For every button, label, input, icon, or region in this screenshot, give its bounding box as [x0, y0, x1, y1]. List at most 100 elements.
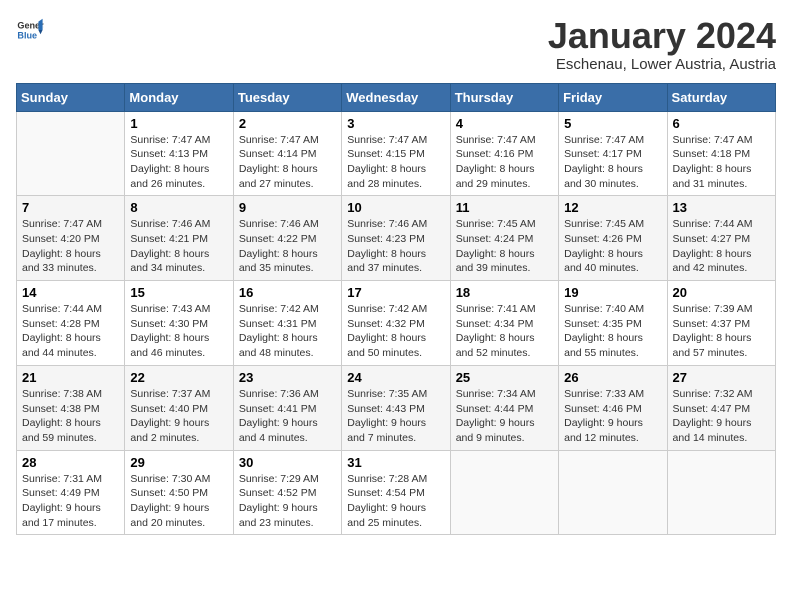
calendar-cell: [667, 450, 775, 535]
day-detail: Sunrise: 7:47 AMSunset: 4:20 PMDaylight:…: [22, 217, 119, 276]
calendar-cell: 22 Sunrise: 7:37 AMSunset: 4:40 PMDayligh…: [125, 365, 233, 450]
calendar-cell: 8Sunrise: 7:46 AMSunset: 4:21 PMDaylight…: [125, 196, 233, 281]
logo-icon: General Blue: [16, 16, 44, 44]
header: General Blue January 2024 Eschenau, Lowe…: [16, 16, 776, 73]
title-area: January 2024 Eschenau, Lower Austria, Au…: [548, 16, 776, 73]
day-number: 16: [239, 285, 336, 300]
calendar-cell: 15 Sunrise: 7:43 AMSunset: 4:30 PMDayligh…: [125, 281, 233, 366]
day-detail: Sunrise: 7:45 AMSunset: 4:26 PMDaylight:…: [564, 217, 661, 276]
day-number: 31: [347, 455, 444, 470]
column-header-tuesday: Tuesday: [233, 83, 341, 111]
day-number: 21: [22, 370, 119, 385]
calendar-cell: 16 Sunrise: 7:42 AMSunset: 4:31 PMDayligh…: [233, 281, 341, 366]
calendar-cell: 21 Sunrise: 7:38 AMSunset: 4:38 PMDayligh…: [17, 365, 125, 450]
day-detail: Sunrise: 7:33 AMSunset: 4:46 PMDaylight:…: [564, 387, 661, 446]
calendar-cell: 18 Sunrise: 7:41 AMSunset: 4:34 PMDayligh…: [450, 281, 558, 366]
calendar-cell: 13 Sunrise: 7:44 AMSunset: 4:27 PMDayligh…: [667, 196, 775, 281]
calendar-cell: 27 Sunrise: 7:32 AMSunset: 4:47 PMDayligh…: [667, 365, 775, 450]
calendar-cell: 23 Sunrise: 7:36 AMSunset: 4:41 PMDayligh…: [233, 365, 341, 450]
calendar-cell: 25 Sunrise: 7:34 AMSunset: 4:44 PMDayligh…: [450, 365, 558, 450]
calendar-cell: 9Sunrise: 7:46 AMSunset: 4:22 PMDaylight…: [233, 196, 341, 281]
column-header-saturday: Saturday: [667, 83, 775, 111]
calendar-cell: 11 Sunrise: 7:45 AMSunset: 4:24 PMDayligh…: [450, 196, 558, 281]
day-number: 6: [673, 116, 770, 131]
day-detail: Sunrise: 7:29 AMSunset: 4:52 PMDaylight:…: [239, 472, 336, 531]
day-detail: Sunrise: 7:46 AMSunset: 4:23 PMDaylight:…: [347, 217, 444, 276]
column-header-thursday: Thursday: [450, 83, 558, 111]
day-detail: Sunrise: 7:37 AMSunset: 4:40 PMDaylight:…: [130, 387, 227, 446]
calendar-week-row: 21 Sunrise: 7:38 AMSunset: 4:38 PMDayligh…: [17, 365, 776, 450]
day-number: 15: [130, 285, 227, 300]
day-number: 12: [564, 200, 661, 215]
calendar-cell: 19 Sunrise: 7:40 AMSunset: 4:35 PMDayligh…: [559, 281, 667, 366]
column-header-sunday: Sunday: [17, 83, 125, 111]
day-number: 23: [239, 370, 336, 385]
day-number: 28: [22, 455, 119, 470]
day-detail: Sunrise: 7:38 AMSunset: 4:38 PMDaylight:…: [22, 387, 119, 446]
day-number: 2: [239, 116, 336, 131]
calendar-week-row: 14 Sunrise: 7:44 AMSunset: 4:28 PMDayligh…: [17, 281, 776, 366]
day-number: 22: [130, 370, 227, 385]
day-detail: Sunrise: 7:41 AMSunset: 4:34 PMDaylight:…: [456, 302, 553, 361]
day-detail: Sunrise: 7:35 AMSunset: 4:43 PMDaylight:…: [347, 387, 444, 446]
day-detail: Sunrise: 7:44 AMSunset: 4:27 PMDaylight:…: [673, 217, 770, 276]
day-number: 18: [456, 285, 553, 300]
day-detail: Sunrise: 7:28 AMSunset: 4:54 PMDaylight:…: [347, 472, 444, 531]
day-number: 19: [564, 285, 661, 300]
main-title: January 2024: [548, 16, 776, 56]
day-detail: Sunrise: 7:45 AMSunset: 4:24 PMDaylight:…: [456, 217, 553, 276]
day-detail: Sunrise: 7:42 AMSunset: 4:31 PMDaylight:…: [239, 302, 336, 361]
day-detail: Sunrise: 7:36 AMSunset: 4:41 PMDaylight:…: [239, 387, 336, 446]
calendar-cell: 6 Sunrise: 7:47 AMSunset: 4:18 PMDaylight…: [667, 111, 775, 196]
calendar-table: SundayMondayTuesdayWednesdayThursdayFrid…: [16, 83, 776, 536]
day-detail: Sunrise: 7:43 AMSunset: 4:30 PMDaylight:…: [130, 302, 227, 361]
calendar-cell: 14 Sunrise: 7:44 AMSunset: 4:28 PMDayligh…: [17, 281, 125, 366]
calendar-cell: 1Sunrise: 7:47 AMSunset: 4:13 PMDaylight…: [125, 111, 233, 196]
day-number: 20: [673, 285, 770, 300]
day-detail: Sunrise: 7:31 AMSunset: 4:49 PMDaylight:…: [22, 472, 119, 531]
day-number: 17: [347, 285, 444, 300]
column-header-friday: Friday: [559, 83, 667, 111]
day-detail: Sunrise: 7:34 AMSunset: 4:44 PMDaylight:…: [456, 387, 553, 446]
day-detail: Sunrise: 7:47 AMSunset: 4:15 PMDaylight:…: [347, 133, 444, 192]
day-number: 25: [456, 370, 553, 385]
calendar-cell: 10Sunrise: 7:46 AMSunset: 4:23 PMDayligh…: [342, 196, 450, 281]
day-detail: Sunrise: 7:44 AMSunset: 4:28 PMDaylight:…: [22, 302, 119, 361]
day-detail: Sunrise: 7:42 AMSunset: 4:32 PMDaylight:…: [347, 302, 444, 361]
calendar-cell: 12 Sunrise: 7:45 AMSunset: 4:26 PMDayligh…: [559, 196, 667, 281]
day-detail: Sunrise: 7:47 AMSunset: 4:18 PMDaylight:…: [673, 133, 770, 192]
day-number: 11: [456, 200, 553, 215]
calendar-cell: 24 Sunrise: 7:35 AMSunset: 4:43 PMDayligh…: [342, 365, 450, 450]
calendar-cell: 31 Sunrise: 7:28 AMSunset: 4:54 PMDayligh…: [342, 450, 450, 535]
calendar-cell: 17 Sunrise: 7:42 AMSunset: 4:32 PMDayligh…: [342, 281, 450, 366]
day-detail: Sunrise: 7:32 AMSunset: 4:47 PMDaylight:…: [673, 387, 770, 446]
day-number: 13: [673, 200, 770, 215]
day-number: 8: [130, 200, 227, 215]
day-number: 27: [673, 370, 770, 385]
day-detail: Sunrise: 7:47 AMSunset: 4:14 PMDaylight:…: [239, 133, 336, 192]
day-number: 29: [130, 455, 227, 470]
day-number: 9: [239, 200, 336, 215]
calendar-header-row: SundayMondayTuesdayWednesdayThursdayFrid…: [17, 83, 776, 111]
day-number: 7: [22, 200, 119, 215]
day-number: 5: [564, 116, 661, 131]
calendar-cell: 29Sunrise: 7:30 AMSunset: 4:50 PMDayligh…: [125, 450, 233, 535]
calendar-week-row: 28 Sunrise: 7:31 AMSunset: 4:49 PMDayligh…: [17, 450, 776, 535]
calendar-cell: [450, 450, 558, 535]
calendar-cell: [17, 111, 125, 196]
calendar-cell: 7 Sunrise: 7:47 AMSunset: 4:20 PMDaylight…: [17, 196, 125, 281]
day-number: 3: [347, 116, 444, 131]
day-number: 14: [22, 285, 119, 300]
calendar-week-row: 1Sunrise: 7:47 AMSunset: 4:13 PMDaylight…: [17, 111, 776, 196]
day-number: 1: [130, 116, 227, 131]
calendar-cell: 26Sunrise: 7:33 AMSunset: 4:46 PMDayligh…: [559, 365, 667, 450]
calendar-cell: 20 Sunrise: 7:39 AMSunset: 4:37 PMDayligh…: [667, 281, 775, 366]
day-number: 30: [239, 455, 336, 470]
calendar-cell: 5Sunrise: 7:47 AMSunset: 4:17 PMDaylight…: [559, 111, 667, 196]
day-detail: Sunrise: 7:39 AMSunset: 4:37 PMDaylight:…: [673, 302, 770, 361]
day-detail: Sunrise: 7:40 AMSunset: 4:35 PMDaylight:…: [564, 302, 661, 361]
calendar-week-row: 7 Sunrise: 7:47 AMSunset: 4:20 PMDaylight…: [17, 196, 776, 281]
day-number: 24: [347, 370, 444, 385]
day-number: 4: [456, 116, 553, 131]
column-header-wednesday: Wednesday: [342, 83, 450, 111]
